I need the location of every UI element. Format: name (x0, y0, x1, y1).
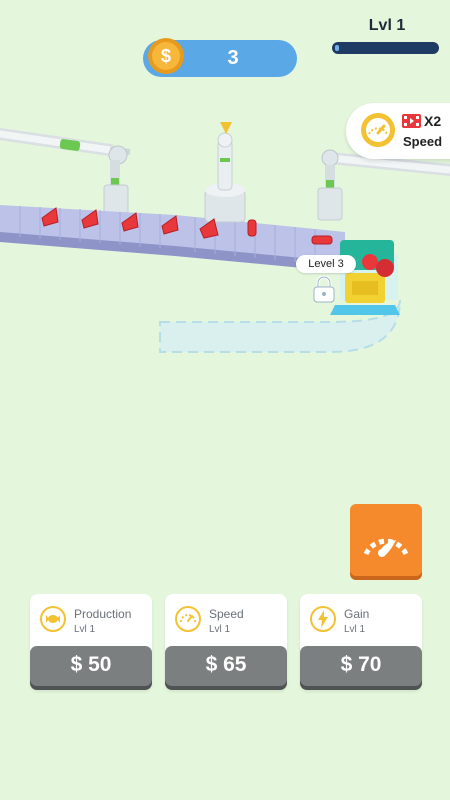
buy-production-button[interactable]: $ 50 (30, 646, 152, 686)
speed-multiplier: X2 (424, 113, 442, 129)
buy-speed-button[interactable]: $ 65 (165, 646, 287, 686)
upgrade-name: Production (74, 607, 132, 621)
video-ad-icon (402, 114, 421, 128)
machine-level-tag: Level 3 (296, 255, 356, 273)
upgrade-name: Gain (344, 607, 370, 621)
level-progress-fill (335, 45, 339, 51)
candy-icon (40, 606, 66, 632)
lock-icon[interactable] (312, 275, 336, 303)
speed-boost-label: Speed (403, 134, 443, 149)
lightning-icon (310, 606, 336, 632)
player-level-label: Lvl 1 (368, 17, 406, 34)
upgrade-card-speed: Speed Lvl 1 $ 65 (165, 594, 287, 690)
coin-icon: $ (148, 38, 184, 74)
level-progress-bar (332, 42, 439, 54)
speedometer-icon (363, 538, 409, 557)
coin-amount: 3 (227, 47, 239, 69)
upgrade-level: Lvl 1 (344, 624, 366, 635)
upgrade-level: Lvl 1 (209, 624, 231, 635)
upgrade-card-production: Production Lvl 1 $ 50 (30, 594, 152, 690)
boost-speed-button[interactable] (350, 504, 422, 576)
speedometer-icon (175, 606, 201, 632)
speedometer-icon (361, 113, 395, 147)
upgrade-level: Lvl 1 (74, 624, 96, 635)
upgrade-name: Speed (209, 607, 244, 621)
upgrade-card-gain: Gain Lvl 1 $ 70 (300, 594, 422, 690)
buy-gain-button[interactable]: $ 70 (300, 646, 422, 686)
svg-text:$: $ (161, 46, 171, 66)
